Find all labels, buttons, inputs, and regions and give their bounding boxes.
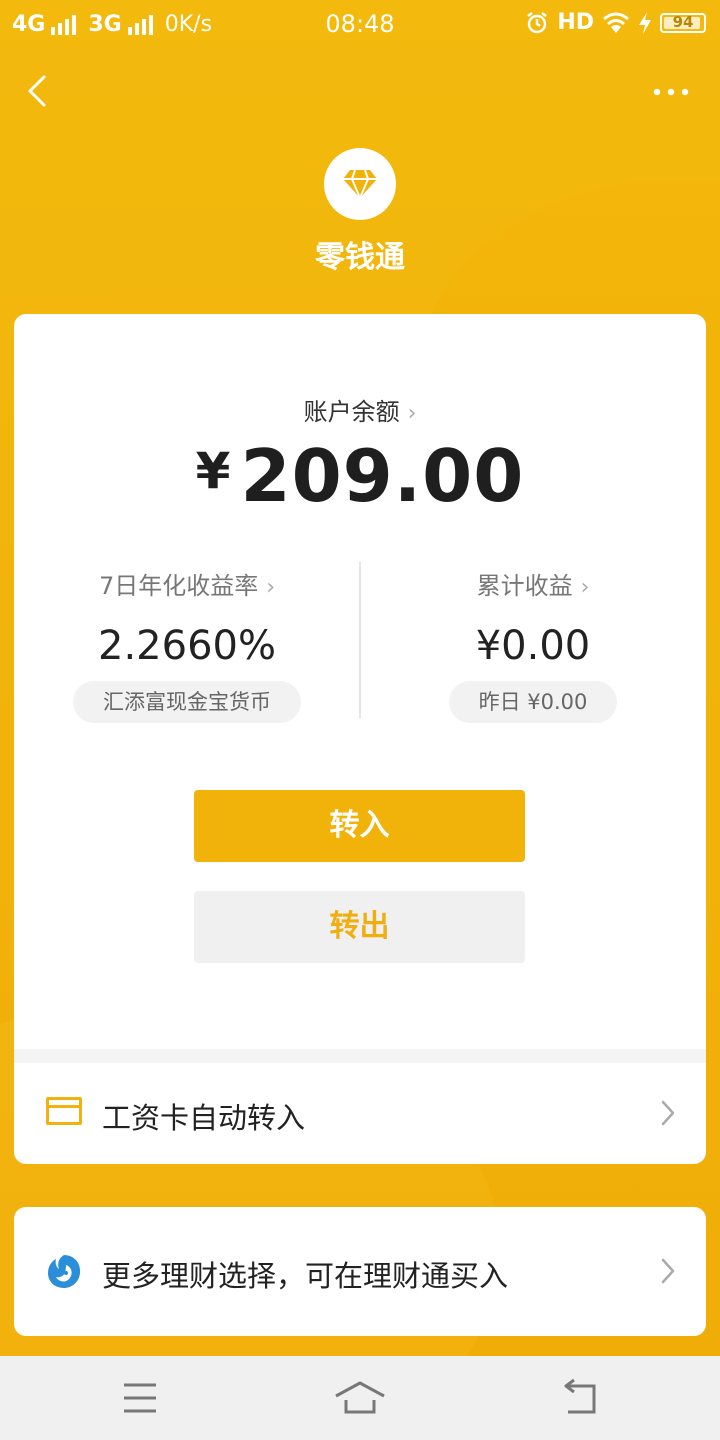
- section-separator: [14, 1049, 706, 1063]
- card-icon: [46, 1097, 82, 1125]
- currency-symbol: ¥: [195, 442, 231, 500]
- chevron-right-icon: ›: [266, 575, 276, 600]
- fund-name-badge[interactable]: 汇添富现金宝货币: [73, 681, 301, 723]
- salary-auto-transfer-row[interactable]: 工资卡自动转入: [14, 1063, 706, 1164]
- chevron-right-icon: [661, 1100, 675, 1126]
- status-bar: 4G 3G 0K/s 08:48 HD 94: [0, 0, 720, 52]
- page-title: 零钱通: [315, 240, 405, 275]
- back-icon: [28, 75, 46, 107]
- return-icon: [564, 1378, 596, 1414]
- account-balance-link[interactable]: 账户余额 ›: [14, 392, 706, 427]
- transfer-in-button[interactable]: 转入: [194, 790, 525, 862]
- account-balance-label: 账户余额: [303, 398, 400, 426]
- yesterday-earnings-badge: 昨日 ¥0.00: [448, 681, 618, 723]
- transfer-out-button[interactable]: 转出: [194, 891, 525, 963]
- balance-amount: ¥209.00: [14, 434, 706, 518]
- yield-rate-label: 7日年化收益率: [98, 572, 259, 600]
- system-indicators: HD 94: [525, 10, 706, 35]
- return-button[interactable]: [550, 1376, 610, 1420]
- chevron-right-icon: [661, 1258, 675, 1284]
- app-logo: [324, 148, 396, 220]
- yield-rate-link[interactable]: 7日年化收益率 ›: [14, 566, 360, 601]
- charging-icon: [639, 11, 651, 34]
- more-button[interactable]: [646, 78, 696, 106]
- battery-icon: 94: [660, 12, 706, 33]
- diamond-icon: [343, 169, 377, 200]
- home-button[interactable]: [330, 1376, 390, 1420]
- back-button[interactable]: [22, 72, 62, 112]
- battery-level: 94: [672, 12, 694, 31]
- menu-icon: [124, 1383, 156, 1413]
- chevron-right-icon: ›: [580, 575, 590, 600]
- more-finance-label: 更多理财选择，可在理财通买入: [102, 1259, 509, 1293]
- salary-auto-transfer-label: 工资卡自动转入: [102, 1101, 306, 1135]
- system-nav-bar: [0, 1356, 720, 1440]
- balance-value: 209.00: [240, 434, 525, 518]
- hd-label: HD: [557, 10, 594, 35]
- home-icon: [335, 1381, 385, 1414]
- earnings-label: 累计收益: [476, 572, 573, 600]
- earnings-value: ¥0.00: [475, 623, 591, 669]
- yield-rate-section: 7日年化收益率 › 2.2660% 汇添富现金宝货币: [14, 566, 360, 723]
- alarm-icon: [527, 11, 548, 33]
- wifi-icon: [603, 12, 629, 33]
- earnings-section: 累计收益 › ¥0.00 昨日 ¥0.00: [360, 566, 706, 723]
- chevron-right-icon: ›: [407, 401, 417, 426]
- balance-card: 账户余额 › ¥209.00 7日年化收益率 › 2.2660% 汇添富现金宝货币 …: [14, 314, 706, 1049]
- more-finance-row[interactable]: 更多理财选择，可在理财通买入: [14, 1207, 706, 1336]
- yield-rate-value: 2.2660%: [98, 623, 276, 669]
- fish-icon: [48, 1255, 81, 1288]
- earnings-link[interactable]: 累计收益 ›: [360, 566, 706, 601]
- menu-button[interactable]: [110, 1376, 170, 1420]
- more-icon: [653, 88, 689, 96]
